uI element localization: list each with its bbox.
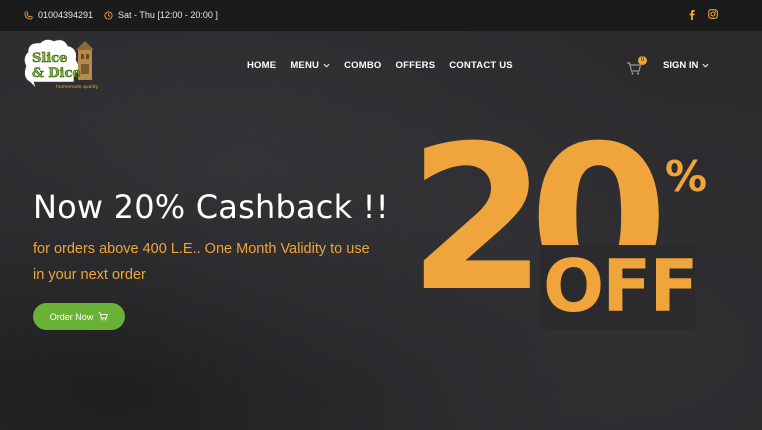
nav-menu-label: MENU — [290, 60, 320, 71]
hero-subline: for orders above 400 L.E.. One Month Val… — [33, 241, 370, 283]
opening-hours: Sat - Thu [12:00 - 20:00 ] — [118, 10, 218, 20]
logo-text-dice: & Dice — [32, 66, 81, 81]
facebook-icon[interactable] — [688, 9, 696, 22]
promo-off: OFF — [543, 244, 699, 328]
sign-in-menu[interactable]: SIGN IN — [663, 60, 709, 71]
clock-icon — [104, 10, 113, 20]
hours-info: Sat - Thu [12:00 - 20:00 ] — [104, 10, 218, 20]
phone-number: 01004394291 — [38, 10, 94, 20]
order-now-label: Order Now — [49, 311, 94, 322]
logo-tagline: homemade quality — [56, 84, 99, 90]
cart-icon — [98, 312, 109, 321]
phone-info[interactable]: 01004394291 — [24, 10, 93, 20]
chevron-down-icon — [702, 63, 709, 68]
order-now-button[interactable]: Order Now — [33, 303, 125, 330]
sign-in-label: SIGN IN — [663, 60, 699, 71]
social-links — [688, 9, 718, 22]
nav-home[interactable]: HOME — [247, 60, 276, 71]
nav-offers-label: OFFERS — [395, 60, 436, 71]
nav-combo-label: COMBO — [344, 60, 382, 71]
logo-text-slice: Slice — [32, 51, 67, 66]
nav-offers[interactable]: OFFERS — [396, 60, 436, 71]
nav-contact-label: CONTACT US — [449, 60, 513, 71]
top-bar: 01004394291 Sat - Thu [12:00 - 20:00 ] — [0, 0, 762, 31]
nav-contact[interactable]: CONTACT US — [449, 60, 513, 71]
main-nav: HOME MENU COMBO OFFERS CONTACT US — [247, 60, 513, 71]
instagram-icon[interactable] — [708, 9, 718, 22]
promo-20-off-graphic: 20 % OFF — [400, 120, 720, 340]
site-logo[interactable]: Slice & Dice homemade quality — [20, 36, 100, 94]
chevron-down-icon — [323, 63, 330, 68]
promo-percent: % — [665, 152, 708, 201]
nav-home-label: HOME — [247, 60, 277, 71]
nav-menu[interactable]: MENU — [290, 60, 330, 71]
cart-count-badge: 0 — [638, 56, 647, 65]
hero-headline: Now 20% Cashback !! — [33, 188, 389, 226]
phone-icon — [24, 10, 33, 20]
nav-combo[interactable]: COMBO — [344, 60, 381, 71]
